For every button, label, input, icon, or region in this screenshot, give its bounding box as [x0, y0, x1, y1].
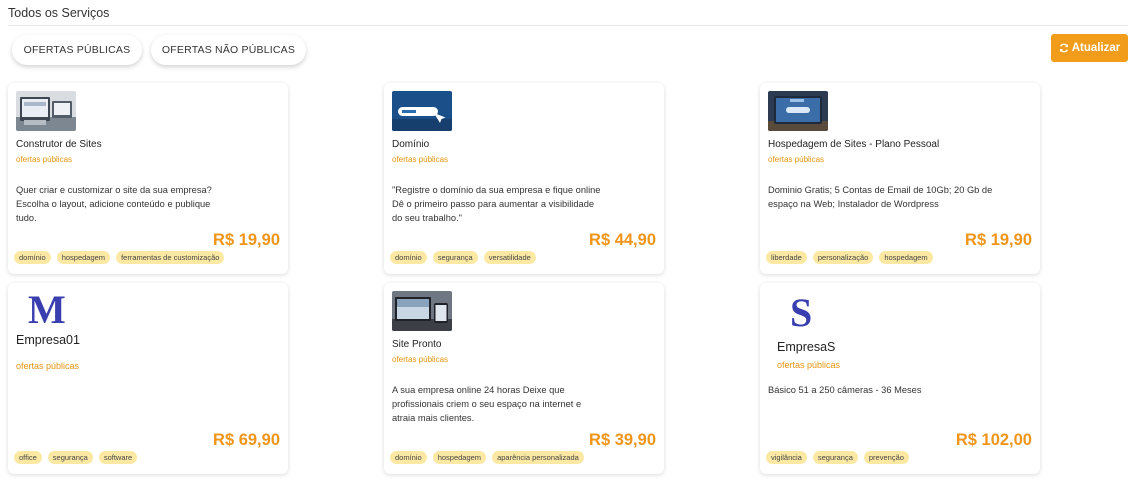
card-tags: domínio segurança versatilidade — [390, 251, 536, 264]
tag: domínio — [14, 251, 51, 264]
card-title: Construtor de Sites — [16, 139, 102, 150]
card-title: Domínio — [392, 139, 430, 150]
company-logo: S — [790, 290, 813, 335]
card-price: R$ 39,90 — [589, 431, 656, 449]
card-description: A sua empresa online 24 horas Deixe que … — [392, 385, 582, 423]
refresh-label: Atualizar — [1071, 42, 1121, 54]
public-offers-button[interactable]: OFERTAS PÚBLICAS — [12, 35, 142, 65]
card-title: Site Pronto — [392, 339, 442, 350]
company-logo: M — [28, 287, 66, 332]
card-description: Básico 51 a 250 câmeras - 36 Meses — [768, 385, 922, 395]
service-card[interactable]: Domínio ofertas públicas "Registre o dom… — [384, 83, 664, 274]
card-tags: office segurança software — [14, 451, 138, 464]
tag: hospedagem — [432, 451, 487, 464]
tag: segurança — [47, 451, 93, 464]
nonpublic-offers-button[interactable]: OFERTAS NÃO PÚBLICAS — [151, 35, 306, 65]
service-thumbnail — [392, 291, 452, 331]
service-thumbnail — [16, 91, 76, 131]
page-title: Todos os Serviços — [8, 6, 110, 20]
tag: hospedagem — [56, 251, 111, 264]
card-tags: liberdade personalização hospedagem — [766, 251, 933, 264]
card-price: R$ 19,90 — [213, 231, 280, 249]
tag: liberdade — [766, 251, 807, 264]
tag: aparência personalizada — [492, 451, 584, 464]
card-title: Hospedagem de Sites - Plano Pessoal — [768, 139, 940, 150]
service-card[interactable]: Site Pronto ofertas públicas A sua empre… — [384, 283, 664, 474]
card-tags: domínio hospedagem ferramentas de custom… — [14, 251, 225, 264]
card-description: Quer criar e customizar o site da sua em… — [16, 185, 212, 223]
tag: software — [98, 451, 138, 464]
service-card[interactable]: Hospedagem de Sites - Plano Pessoal ofer… — [760, 83, 1040, 274]
card-description: Dominio Gratis; 5 Contas de Email de 10G… — [768, 185, 993, 209]
tag: personalização — [812, 251, 874, 264]
tag: domínio — [390, 451, 427, 464]
service-thumbnail — [392, 91, 452, 131]
tag: vigilância — [766, 451, 807, 464]
card-offer-type: ofertas públicas — [16, 155, 73, 164]
tag: segurança — [432, 251, 478, 264]
refresh-button[interactable]: Atualizar — [1051, 34, 1128, 62]
tag: office — [14, 451, 42, 464]
tag: domínio — [390, 251, 427, 264]
tag: prevenção — [863, 451, 909, 464]
card-price: R$ 69,90 — [213, 431, 280, 449]
tag: hospedagem — [879, 251, 933, 264]
card-title: EmpresaS — [777, 340, 836, 354]
card-offer-type: ofertas públicas — [16, 361, 80, 371]
card-price: R$ 19,90 — [965, 231, 1032, 249]
service-thumbnail — [768, 91, 828, 131]
card-title: Empresa01 — [16, 333, 80, 347]
card-offer-type: ofertas públicas — [392, 155, 449, 164]
service-card[interactable]: Construtor de Sites ofertas públicas Que… — [8, 83, 288, 274]
card-offer-type: ofertas públicas — [768, 155, 825, 164]
card-price: R$ 44,90 — [589, 231, 656, 249]
tag: versatilidade — [483, 251, 536, 264]
card-tags: domínio hospedagem aparência personaliza… — [390, 451, 584, 464]
title-divider — [8, 25, 1128, 26]
tag: segurança — [812, 451, 858, 464]
service-card[interactable]: S EmpresaS ofertas públicas Básico 51 a … — [760, 283, 1040, 474]
card-price: R$ 102,00 — [955, 431, 1032, 449]
refresh-icon — [1059, 43, 1068, 53]
service-card[interactable]: M Empresa01 ofertas públicas R$ 69,90 of… — [8, 283, 288, 474]
card-offer-type: ofertas públicas — [777, 360, 841, 370]
card-offer-type: ofertas públicas — [392, 355, 449, 364]
card-tags: vigilância segurança prevenção — [766, 451, 909, 464]
card-description: "Registre o domínio da sua empresa e fiq… — [392, 185, 601, 223]
tag: ferramentas de customização — [116, 251, 225, 264]
